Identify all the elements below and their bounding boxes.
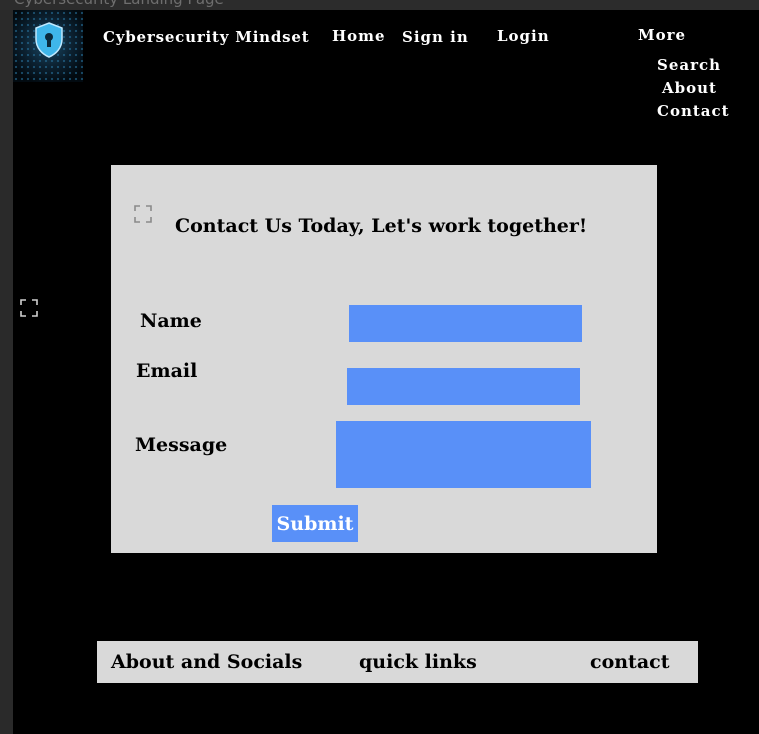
site-title: Cybersecurity Mindset	[103, 28, 310, 46]
expand-icon[interactable]	[134, 205, 152, 223]
menu-contact-link[interactable]: Contact	[657, 102, 730, 120]
window-titlebar: Cybersecurity Landing Page	[0, 0, 759, 10]
contact-form: Contact Us Today, Let's work together! N…	[111, 165, 657, 553]
footer-quick-links-link[interactable]: quick links	[359, 651, 477, 673]
nav-home-link[interactable]: Home	[332, 27, 386, 45]
message-label: Message	[135, 434, 228, 456]
name-label: Name	[140, 310, 202, 332]
submit-button[interactable]: Submit	[272, 505, 358, 542]
shield-lock-icon[interactable]	[13, 10, 83, 82]
nav-more-link[interactable]: More	[638, 26, 686, 44]
message-field[interactable]	[336, 421, 591, 488]
footer-about-socials-link[interactable]: About and Socials	[111, 651, 302, 673]
name-field[interactable]	[349, 305, 582, 342]
email-label: Email	[136, 360, 198, 382]
page-canvas: Cybersecurity Mindset Home Sign in Login…	[13, 10, 759, 734]
window-title: Cybersecurity Landing Page	[14, 0, 224, 8]
nav-sign-in-link[interactable]: Sign in	[402, 28, 469, 46]
editor-left-strip	[0, 10, 13, 734]
footer-bar: About and Socials quick links contact	[97, 641, 698, 683]
menu-about-link[interactable]: About	[662, 79, 717, 97]
email-field[interactable]	[347, 368, 580, 405]
expand-icon[interactable]	[20, 299, 38, 317]
contact-form-heading: Contact Us Today, Let's work together!	[175, 215, 588, 237]
nav-login-link[interactable]: Login	[497, 27, 550, 45]
footer-contact-link[interactable]: contact	[590, 651, 670, 673]
menu-search-link[interactable]: Search	[657, 56, 721, 74]
